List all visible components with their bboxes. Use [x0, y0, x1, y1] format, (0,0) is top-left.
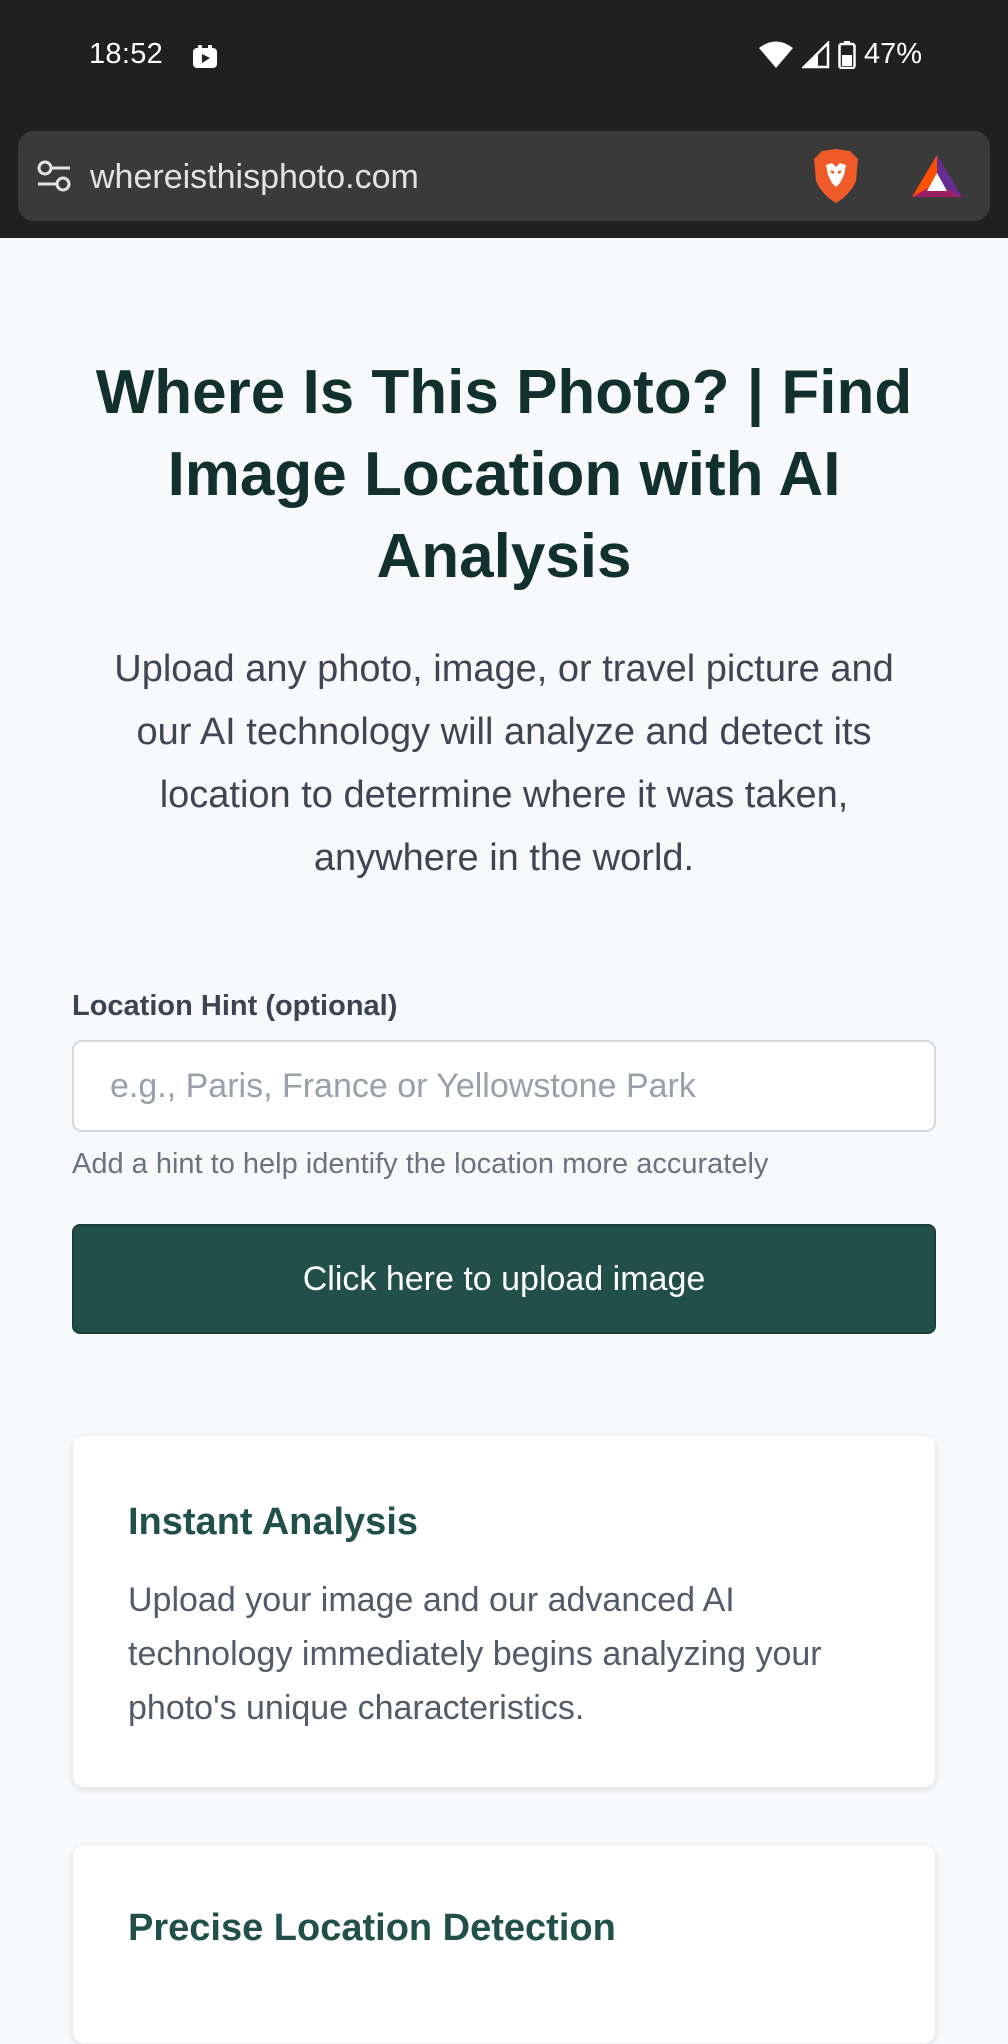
status-bar: 18:52 47%: [0, 0, 1008, 128]
location-hint-label: Location Hint (optional): [72, 990, 398, 1022]
battery-percent: 47%: [863, 38, 922, 70]
location-hint-help: Add a hint to help identify the location…: [72, 1148, 769, 1180]
feature-card-title: Instant Analysis: [128, 1501, 419, 1543]
address-bar[interactable]: whereisthisphoto.com: [18, 131, 990, 221]
site-settings-icon[interactable]: [36, 159, 72, 193]
feature-card-text: Upload your image and our advanced AI te…: [128, 1581, 822, 1727]
browser-toolbar: whereisthisphoto.com: [0, 128, 1008, 238]
battery-icon: [838, 40, 856, 69]
feature-card-instant-analysis: Instant Analysis Upload your image and o…: [72, 1435, 936, 1788]
feature-card-title: Precise Location Detection: [128, 1907, 616, 1949]
wifi-icon: [758, 41, 793, 68]
page-content: Where Is This Photo? | Find Image Locati…: [0, 238, 1008, 2044]
feature-card-precise-location: Precise Location Detection: [72, 1844, 936, 2044]
page-subtitle: Upload any photo, image, or travel pictu…: [114, 648, 894, 879]
upload-image-button[interactable]: Click here to upload image: [72, 1224, 936, 1334]
brave-shields-icon[interactable]: [810, 147, 862, 205]
system-icons: 47%: [758, 38, 922, 71]
signal-icon: [801, 40, 830, 68]
url-text[interactable]: whereisthisphoto.com: [90, 158, 419, 197]
status-time: 18:52: [89, 38, 164, 70]
brave-rewards-icon[interactable]: [910, 153, 964, 199]
location-hint-input[interactable]: [72, 1040, 936, 1132]
notification-icon: [193, 45, 217, 68]
page-title: Where Is This Photo? | Find Image Locati…: [95, 358, 913, 591]
